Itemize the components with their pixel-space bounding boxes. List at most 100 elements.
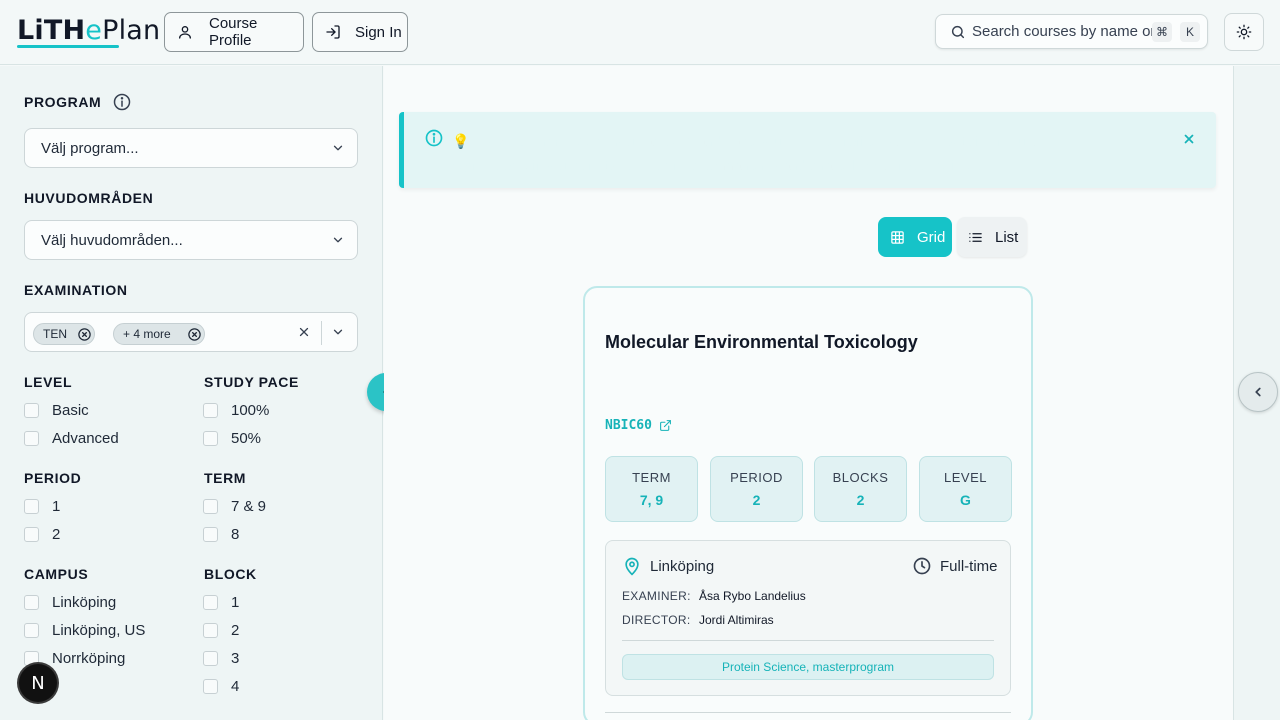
examination-multiselect[interactable]: TEN + 4 more (24, 312, 358, 352)
search-input[interactable] (972, 23, 1152, 40)
app-logo[interactable]: LiTHePlan (17, 14, 160, 48)
sun-icon (1236, 24, 1252, 40)
list-view-button[interactable]: List (957, 217, 1027, 257)
level-option-advanced[interactable]: Advanced (24, 430, 119, 447)
stat-key: BLOCKS (832, 470, 889, 485)
remove-chip-icon[interactable] (77, 327, 92, 342)
option-label: 8 (231, 526, 240, 543)
huvudomraden-select[interactable]: Välj huvudområden... (24, 220, 358, 260)
user-icon (177, 24, 193, 40)
director-label: DIRECTOR: (622, 613, 691, 627)
clock-icon (912, 556, 932, 576)
kbd-cmd: ⌘ (1152, 22, 1172, 42)
block-option-1[interactable]: 1 (203, 594, 239, 611)
course-profile-button[interactable]: Course Profile (164, 12, 304, 52)
sign-in-label: Sign In (355, 23, 402, 41)
block-option-4[interactable]: 4 (203, 678, 239, 695)
term-label: TERM (204, 470, 247, 486)
course-code: NBIC60 (605, 418, 652, 433)
remove-chip-icon[interactable] (187, 327, 202, 342)
term-option-8[interactable]: 8 (203, 526, 239, 543)
list-icon (968, 230, 983, 245)
checkbox[interactable] (24, 499, 39, 514)
option-label: 4 (231, 678, 240, 695)
option-label: 2 (231, 622, 240, 639)
course-search[interactable]: ⌘ K (935, 14, 1208, 49)
checkbox[interactable] (24, 623, 39, 638)
option-label: Advanced (52, 430, 119, 447)
level-label: LEVEL (24, 374, 73, 390)
top-header: LiTHePlan Course Profile Sign In ⌘ K (0, 0, 1280, 65)
info-icon[interactable] (112, 92, 132, 112)
pace-option-50[interactable]: 50% (203, 430, 261, 447)
checkbox[interactable] (24, 431, 39, 446)
divider (622, 640, 994, 641)
level-option-basic[interactable]: Basic (24, 402, 89, 419)
stat-period: PERIOD 2 (710, 456, 803, 522)
chevron-down-icon[interactable] (331, 325, 345, 339)
divider (605, 712, 1011, 713)
clear-icon[interactable] (297, 325, 311, 339)
option-label: 100% (231, 402, 270, 419)
course-info-box: Linköping Full-time EXAMINER: Åsa Rybo L… (605, 540, 1011, 696)
pace-option-100[interactable]: 100% (203, 402, 269, 419)
option-label: Norrköping (52, 650, 126, 667)
checkbox[interactable] (24, 527, 39, 542)
checkbox[interactable] (203, 679, 218, 694)
lightbulb-icon: 💡 (452, 133, 470, 149)
info-alert: 💡 No account needed! You can build and s… (399, 112, 1216, 188)
badge-letter: N (31, 672, 45, 694)
exam-chip-ten[interactable]: TEN (33, 323, 95, 345)
option-label: Linköping (52, 594, 117, 611)
sign-in-button[interactable]: Sign In (312, 12, 408, 52)
expand-right-panel-button[interactable] (1238, 372, 1278, 412)
campus-label: CAMPUS (24, 566, 89, 582)
filter-sidebar: PROGRAM Välj program... HUVUDOMRÅDEN Väl… (0, 66, 383, 720)
checkbox[interactable] (203, 623, 218, 638)
period-option-2[interactable]: 2 (24, 526, 60, 543)
chip-label: + 4 more (123, 327, 171, 341)
campus-option-linkoping[interactable]: Linköping (24, 594, 116, 611)
option-label: Basic (52, 402, 89, 419)
block-label: BLOCK (204, 566, 257, 582)
course-code-link[interactable]: NBIC60 (605, 418, 672, 433)
block-option-3[interactable]: 3 (203, 650, 239, 667)
checkbox[interactable] (203, 403, 218, 418)
course-profile-label: Course Profile (209, 15, 258, 49)
option-label: 1 (231, 594, 240, 611)
stat-value: 2 (856, 492, 865, 508)
program-select[interactable]: Välj program... (24, 128, 358, 168)
checkbox[interactable] (203, 595, 218, 610)
campus-value: Linköping (650, 558, 715, 575)
checkbox[interactable] (203, 431, 218, 446)
search-icon (950, 24, 966, 40)
campus-option-linkoping-us[interactable]: Linköping, US (24, 622, 145, 639)
grid-icon (890, 230, 905, 245)
course-card[interactable]: Molecular Environmental Toxicology NBIC6… (583, 286, 1033, 720)
theme-toggle-button[interactable] (1224, 13, 1264, 51)
option-label: 50% (231, 430, 262, 447)
grid-view-button[interactable]: Grid (878, 217, 952, 257)
nextjs-dev-badge[interactable]: N (19, 664, 57, 702)
checkbox[interactable] (203, 651, 218, 666)
period-option-1[interactable]: 1 (24, 498, 60, 515)
term-option-7-9[interactable]: 7 & 9 (203, 498, 266, 515)
checkbox[interactable] (203, 499, 218, 514)
pace-value: Full-time (940, 558, 998, 575)
alert-text: 💡 No account needed! You can build and s… (452, 129, 1072, 177)
chevron-down-icon (331, 233, 345, 247)
close-icon[interactable] (1182, 132, 1196, 146)
checkbox[interactable] (24, 595, 39, 610)
checkbox[interactable] (24, 403, 39, 418)
alert-body: You can build and save your course profi… (607, 133, 1037, 149)
alert-bold: No account needed! (473, 133, 608, 149)
block-option-2[interactable]: 2 (203, 622, 239, 639)
exam-chip-more[interactable]: + 4 more (113, 323, 205, 345)
checkbox[interactable] (203, 527, 218, 542)
program-tag[interactable]: Protein Science, masterprogram (622, 654, 994, 680)
option-label: Linköping, US (52, 622, 146, 639)
stat-value: G (960, 492, 971, 508)
period-label: PERIOD (24, 470, 82, 486)
program-label: PROGRAM (24, 94, 102, 110)
stat-value: 2 (752, 492, 761, 508)
